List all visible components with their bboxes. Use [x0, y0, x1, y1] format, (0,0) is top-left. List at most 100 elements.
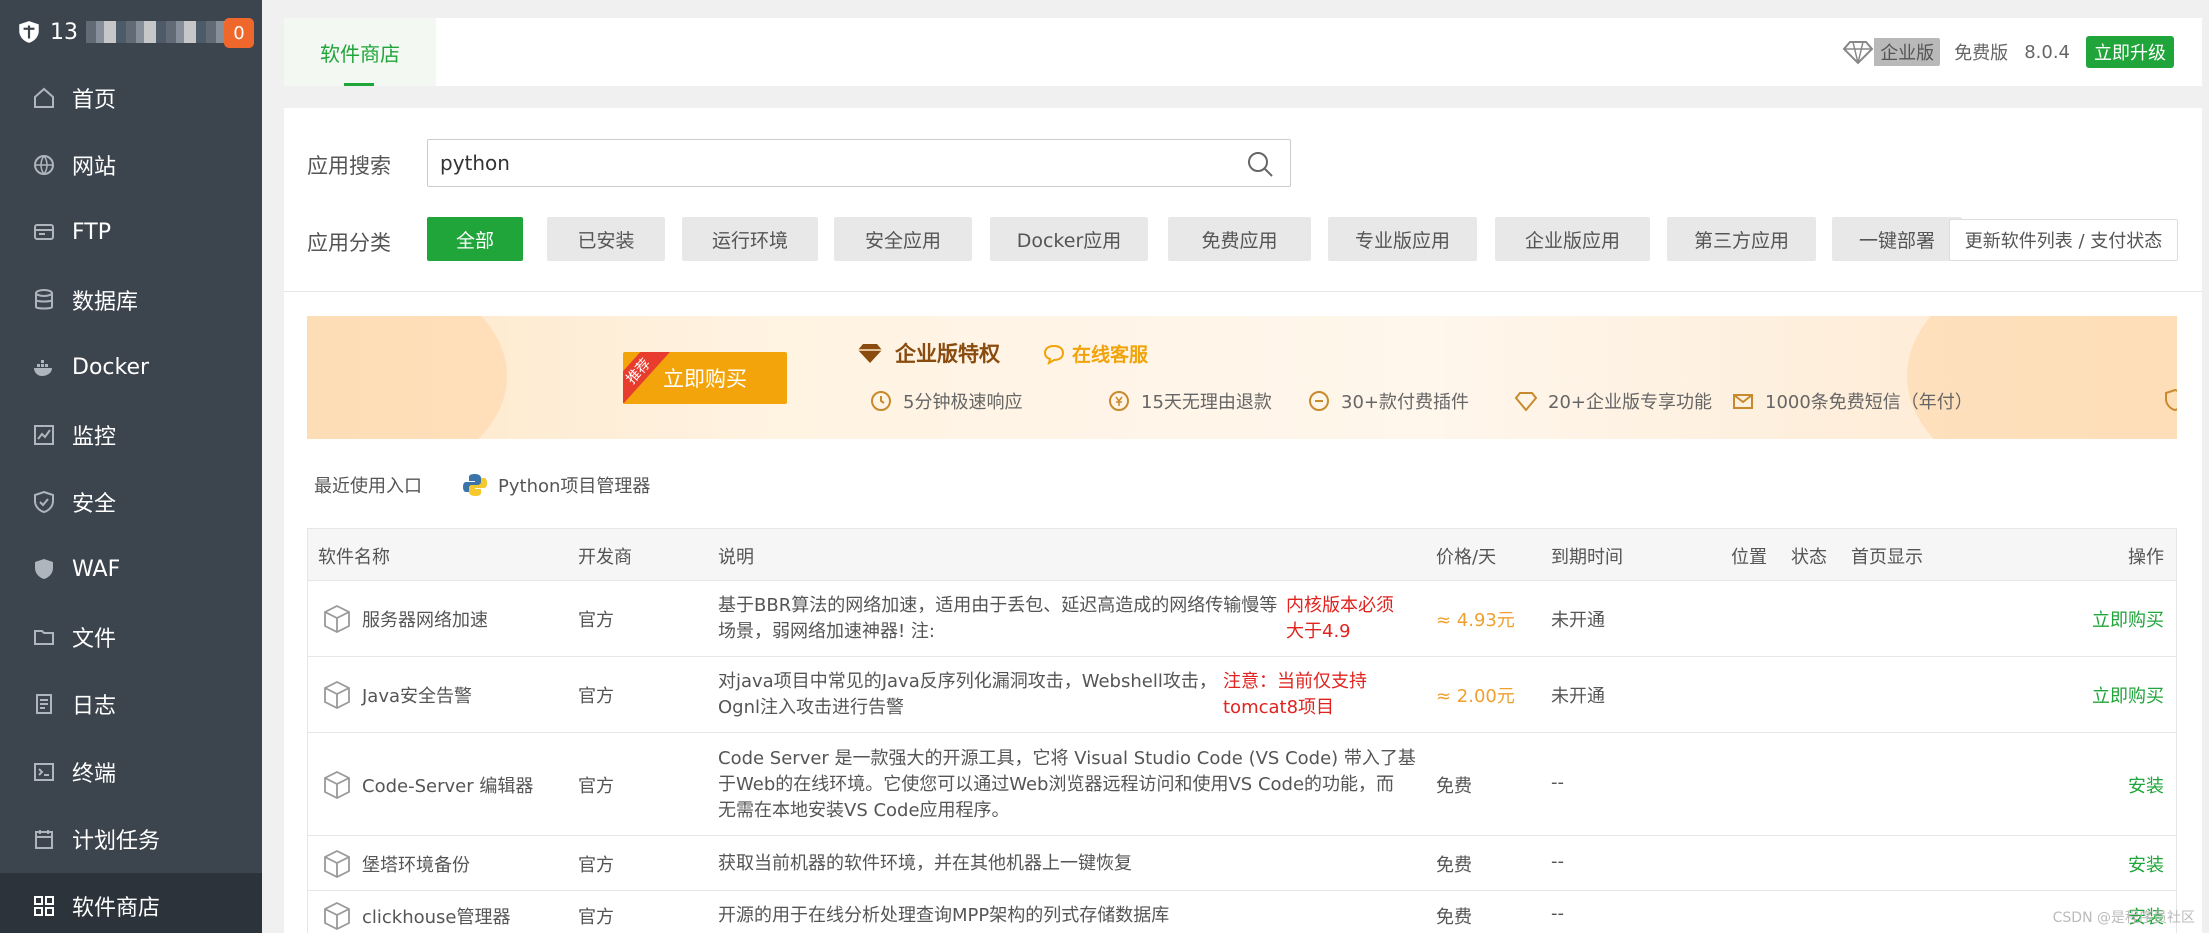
banner-feature-label: 1000条免费短信（年付） — [1765, 392, 1973, 413]
tab-software-store[interactable]: 软件商店 — [284, 18, 436, 86]
software-name[interactable]: Java安全告警 — [322, 680, 472, 710]
buy-now-button[interactable]: 推荐 立即购买 — [623, 352, 787, 404]
category-label: 应用分类 — [307, 231, 391, 255]
expire-date: -- — [1551, 903, 1564, 924]
category-8[interactable]: 第三方应用 — [1667, 217, 1816, 261]
recent-python-manager[interactable]: Python项目管理器 — [462, 472, 650, 498]
price: 免费 — [1436, 775, 1472, 797]
sidebar-item-8[interactable]: 文件 — [0, 603, 262, 670]
sidebar-item-label: 软件商店 — [72, 896, 161, 922]
sidebar-item-4[interactable]: Docker — [0, 334, 262, 401]
sidebar-item-label: Docker — [72, 354, 150, 380]
price: ≈ 2.00元 — [1436, 686, 1515, 707]
banner-feature-label: 20+企业版专享功能 — [1548, 392, 1712, 413]
buy-button[interactable]: 立即购买 — [2092, 682, 2164, 708]
category-2[interactable]: 运行环境 — [682, 217, 818, 261]
search-icon[interactable] — [1246, 150, 1274, 178]
banner-feature-2: 30+款付费插件 — [1307, 388, 1469, 414]
warning-note-line: 注意：当前仅支持 — [1223, 671, 1367, 692]
calendar-icon — [32, 827, 56, 851]
refresh-list-button[interactable]: 更新软件列表 / 支付状态 — [1949, 219, 2178, 261]
category-5[interactable]: 免费应用 — [1168, 217, 1311, 261]
software-name-label: Java安全告警 — [362, 686, 473, 707]
table-header: 软件名称 开发商 说明 价格/天 到期时间 位置 状态 首页显示 操作 — [308, 529, 2176, 581]
topbar: 软件商店 企业版 免费版 8.0.4 立即升级 — [284, 18, 2202, 86]
sidebar-item-6[interactable]: 安全 — [0, 468, 262, 535]
software-name[interactable]: clickhouse管理器 — [322, 901, 511, 931]
search-input[interactable]: python — [427, 139, 1291, 187]
sidebar-item-9[interactable]: 日志 — [0, 671, 262, 738]
description: 基于BBR算法的网络加速，适用由于丢包、延迟高造成的网络传输慢等 场景，弱网络加速… — [718, 593, 1277, 645]
category-9[interactable]: 一键部署 — [1832, 217, 1962, 261]
description: 开源的用于在线分析处理查询MPP架构的列式存储数据库 — [718, 903, 1169, 929]
banner-feature-0: 5分钟极速响应 — [869, 388, 1022, 414]
sidebar-header[interactable]: 13 0 — [0, 0, 262, 64]
online-service-link[interactable]: 在线客服 — [1042, 340, 1148, 367]
column-header: 软件名称 — [318, 547, 390, 568]
sidebar-item-label: 终端 — [72, 761, 117, 787]
description-line: Ognl注入攻击进行告警 — [718, 697, 905, 718]
sidebar-item-label: 数据库 — [72, 289, 139, 315]
enterprise-badge[interactable]: 企业版 — [1842, 38, 1941, 66]
price: 免费 — [1436, 854, 1472, 876]
sidebar-item-label: 首页 — [72, 87, 117, 113]
column-header: 首页显示 — [1851, 547, 1923, 568]
sidebar-item-5[interactable]: 监控 — [0, 401, 262, 468]
expire-date: -- — [1551, 771, 1564, 793]
description-line: 获取当前机器的软件环境，并在其他机器上一键恢复 — [718, 852, 1132, 874]
vendor: 官方 — [578, 907, 614, 928]
sidebar-item-12[interactable]: 软件商店 — [0, 872, 262, 933]
sidebar-item-11[interactable]: 计划任务 — [0, 805, 262, 872]
software-name[interactable]: 堡塔环境备份 — [322, 849, 470, 879]
version-number: 8.0.4 — [2024, 41, 2070, 63]
warning-note-line: 内核版本必须 — [1286, 595, 1394, 616]
buy-button[interactable]: 立即购买 — [2092, 606, 2164, 632]
install-button[interactable]: 安装 — [2128, 851, 2164, 877]
sidebar-item-3[interactable]: 数据库 — [0, 266, 262, 333]
sidebar-item-2[interactable]: FTP — [0, 199, 262, 266]
shield-icon — [32, 490, 56, 514]
clock-icon — [869, 389, 893, 413]
software-name[interactable]: 服务器网络加速 — [322, 604, 488, 634]
waf-icon — [32, 557, 56, 581]
sidebar-item-10[interactable]: 终端 — [0, 738, 262, 805]
notification-badge[interactable]: 0 — [224, 18, 254, 48]
price: 免费 — [1436, 907, 1472, 928]
package-icon — [324, 604, 350, 634]
vendor: 官方 — [578, 610, 614, 631]
install-button[interactable]: 安装 — [2128, 772, 2164, 798]
free-edition-link[interactable]: 免费版 — [1954, 39, 2008, 65]
table-row: Java安全告警 官方 对java项目中常见的Java反序列化漏洞攻击，Webshe… — [308, 657, 2176, 733]
software-name[interactable]: Code-Server 编辑器 — [322, 770, 533, 800]
feature-icon — [1514, 389, 1538, 413]
sidebar-item-0[interactable]: 首页 — [0, 64, 262, 131]
banner-feature-1: 15天无理由退款 — [1107, 388, 1272, 414]
description-line: 场景，弱网络加速神器! 注: — [718, 621, 936, 642]
buy-now-label: 立即购买 — [663, 367, 747, 391]
category-4[interactable]: Docker应用 — [990, 217, 1148, 261]
category-1[interactable]: 已安装 — [547, 217, 665, 261]
description-line: 开源的用于在线分析处理查询MPP架构的列式存储数据库 — [718, 905, 1170, 926]
upgrade-button[interactable]: 立即升级 — [2086, 36, 2174, 68]
table-row: 服务器网络加速 官方 基于BBR算法的网络加速，适用由于丢包、延迟高造成的网络传输慢… — [308, 581, 2176, 657]
sidebar-item-label: 日志 — [72, 694, 117, 720]
sidebar-item-label: WAF — [72, 556, 121, 582]
banner-feature-3: 20+企业版专享功能 — [1514, 388, 1712, 414]
terminal-icon — [32, 760, 56, 784]
expire-date: -- — [1551, 850, 1564, 872]
category-6[interactable]: 专业版应用 — [1328, 217, 1477, 261]
account-name: 13 — [50, 19, 78, 45]
vendor: 官方 — [578, 686, 614, 707]
category-7[interactable]: 企业版应用 — [1495, 217, 1650, 261]
python-icon — [463, 474, 487, 496]
software-name-label: clickhouse管理器 — [362, 907, 511, 928]
category-3[interactable]: 安全应用 — [834, 217, 972, 261]
description-line: 于Web的在线环境。它使您可以通过Web浏览器远程访问和使用VS Code的功能… — [718, 773, 1395, 795]
category-0[interactable]: 全部 — [427, 217, 523, 261]
sidebar-item-label: 文件 — [72, 626, 117, 652]
expire-date: 未开通 — [1551, 610, 1605, 631]
sidebar-item-7[interactable]: WAF — [0, 536, 262, 603]
sidebar-item-1[interactable]: 网站 — [0, 131, 262, 198]
software-name-label: 服务器网络加速 — [362, 610, 488, 631]
enterprise-label: 企业版 — [1880, 43, 1935, 64]
